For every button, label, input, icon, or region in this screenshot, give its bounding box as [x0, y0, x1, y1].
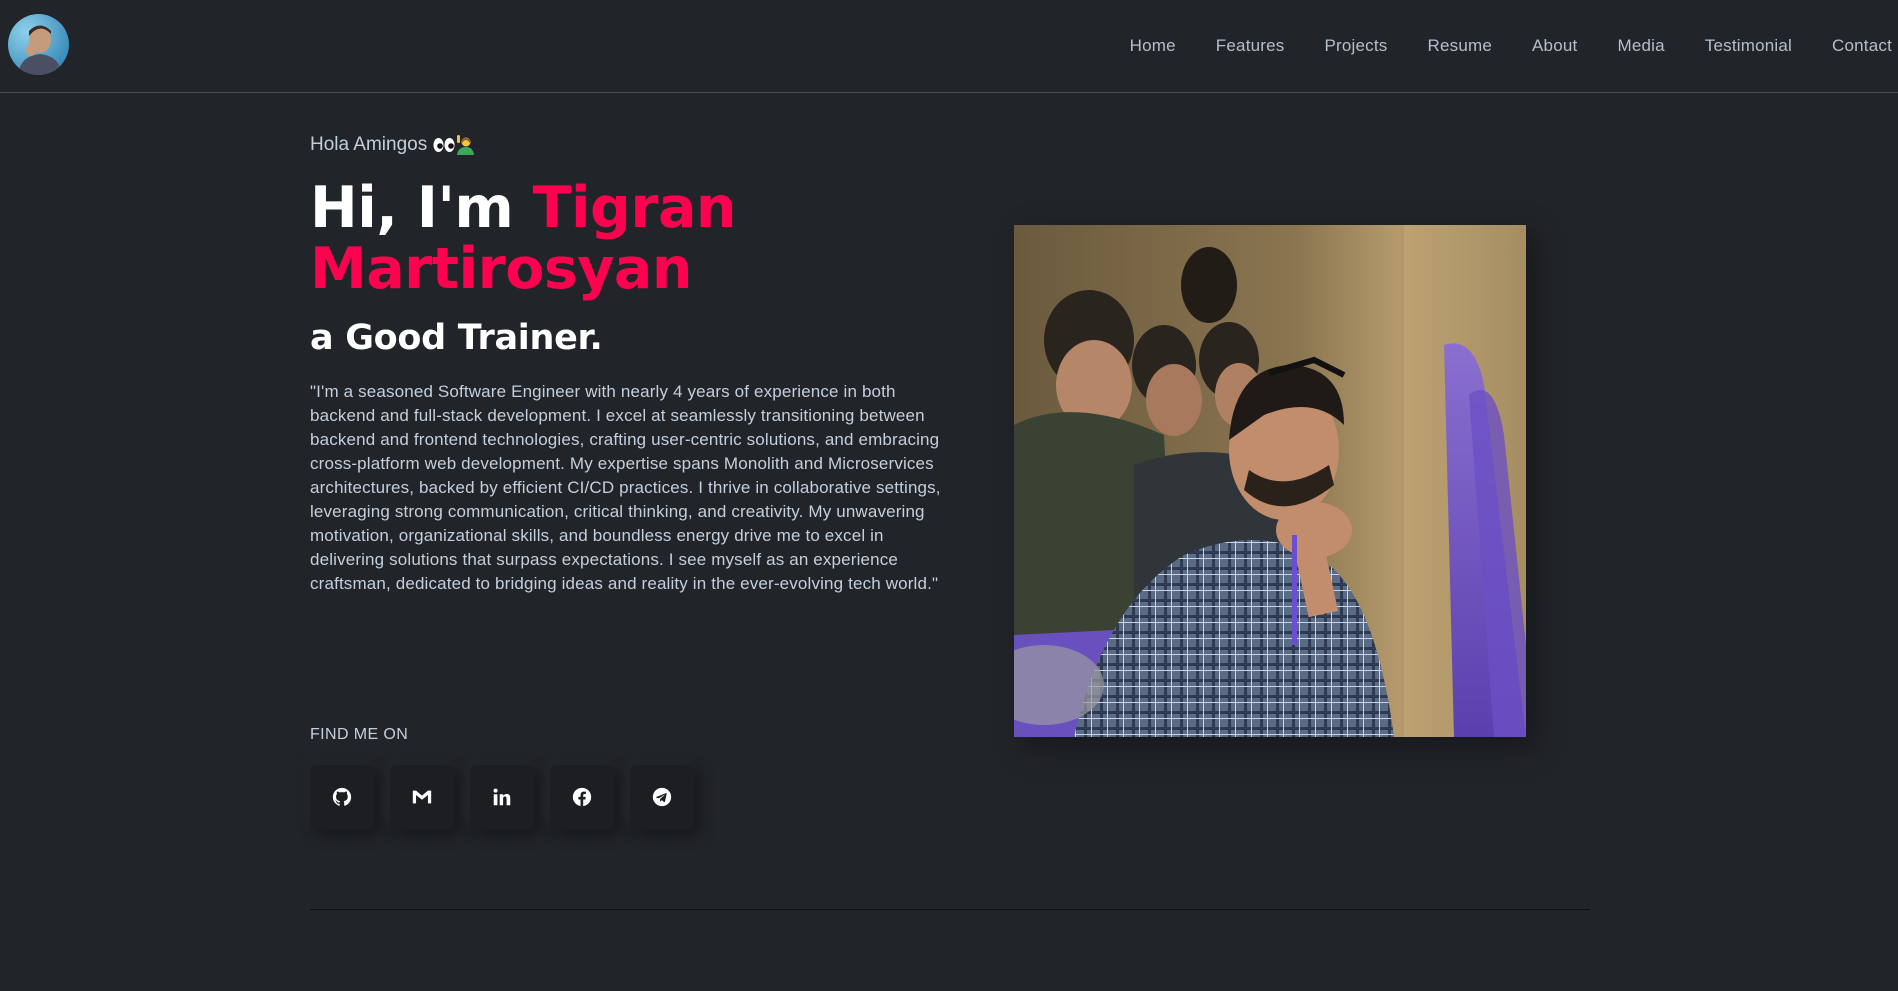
hero-photo — [1014, 225, 1526, 737]
nav-resume[interactable]: Resume — [1408, 36, 1513, 56]
gmail-button[interactable] — [390, 765, 454, 829]
nav-home[interactable]: Home — [1110, 36, 1196, 56]
greeting-text: Hola Amingos — [310, 134, 428, 155]
github-icon — [332, 787, 352, 806]
linkedin-icon — [493, 788, 511, 806]
person-raising-hand-icon — [457, 135, 475, 155]
telegram-icon — [652, 787, 672, 807]
eyes-icon — [433, 138, 455, 152]
hero-title-prefix: Hi, I'm — [310, 175, 533, 241]
hero-photo-image — [1014, 225, 1526, 737]
telegram-button[interactable] — [630, 765, 694, 829]
nav-contact[interactable]: Contact — [1812, 36, 1898, 56]
nav-features[interactable]: Features — [1196, 36, 1305, 56]
find-me-label: FIND ME ON — [310, 726, 409, 743]
linkedin-button[interactable] — [470, 765, 534, 829]
greeting: Hola Amingos — [310, 134, 475, 156]
site-header: Home Features Projects Resume About Medi… — [0, 0, 1898, 93]
nav-testimonial[interactable]: Testimonial — [1685, 36, 1812, 56]
nav-media[interactable]: Media — [1597, 36, 1684, 56]
facebook-button[interactable] — [550, 765, 614, 829]
github-button[interactable] — [310, 765, 374, 829]
avatar[interactable] — [8, 14, 69, 75]
hero-subtitle: a Good Trainer. — [310, 318, 603, 358]
nav-about[interactable]: About — [1512, 36, 1597, 56]
social-links — [310, 765, 694, 829]
section-divider — [310, 909, 1590, 910]
nav-projects[interactable]: Projects — [1304, 36, 1407, 56]
gmail-icon — [412, 790, 432, 804]
facebook-icon — [572, 787, 592, 807]
main-nav: Home Features Projects Resume About Medi… — [1110, 0, 1898, 92]
avatar-image — [8, 14, 69, 75]
hero-title: Hi, I'm Tigran Martirosyan — [310, 178, 910, 300]
hero-description: "I'm a seasoned Software Engineer with n… — [310, 382, 941, 593]
